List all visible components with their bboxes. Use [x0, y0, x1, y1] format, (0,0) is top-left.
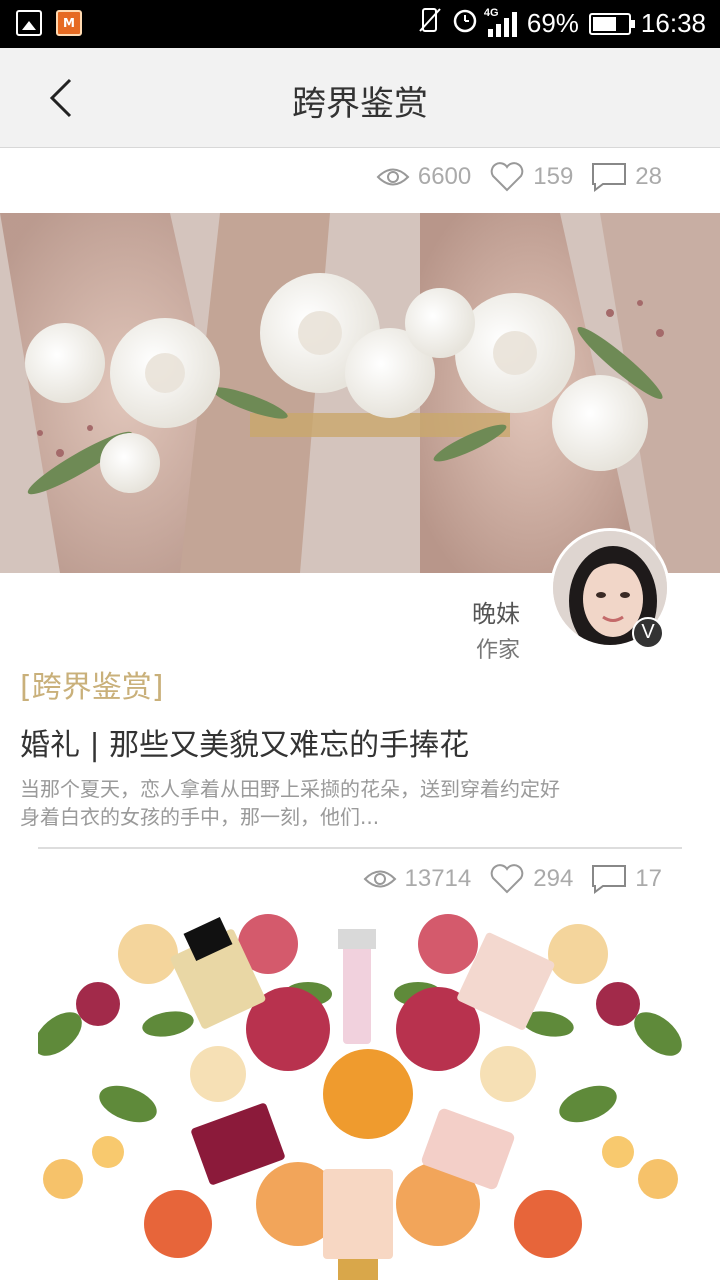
views-stat: 13714: [363, 865, 472, 893]
heart-icon: [490, 162, 524, 192]
perfume-flowers-image: [38, 914, 682, 1280]
verified-badge: V: [632, 617, 664, 649]
views-count: 6600: [417, 163, 472, 190]
battery-icon: [588, 12, 635, 35]
article-stats-next: 13714 294 17: [345, 864, 662, 894]
status-bar: M 4G 69% 16:38: [0, 0, 720, 48]
likes-count: 159: [533, 163, 574, 190]
status-right: 4G 69% 16:38: [418, 7, 706, 40]
heart-icon: [490, 864, 524, 894]
comments-stat[interactable]: 17: [591, 864, 662, 894]
article-title[interactable]: 婚礼 | 那些又美貌又难忘的手捧花: [20, 720, 469, 764]
comment-icon: [592, 163, 627, 192]
network-type: 4G: [483, 6, 499, 19]
app-notification-icon: M: [56, 10, 82, 36]
battery-level-fill: [592, 16, 617, 31]
comments-stat[interactable]: 28: [591, 162, 662, 192]
comments-count: 28: [635, 163, 662, 190]
summary-line: 身着白衣的女孩的手中，那一刻，他们...: [20, 805, 380, 829]
author-name[interactable]: 晚妹: [472, 594, 520, 629]
alarm-icon: [452, 7, 478, 40]
likes-stat[interactable]: 159: [489, 162, 573, 192]
eye-icon: [363, 870, 396, 888]
flower-bracelets-image: [0, 213, 720, 573]
article-cover-image[interactable]: [0, 213, 720, 573]
likes-count: 294: [533, 865, 574, 892]
divider: [38, 847, 682, 849]
eye-icon: [376, 168, 410, 186]
clock: 16:38: [640, 8, 706, 38]
vibrate-icon: [418, 7, 442, 40]
likes-stat[interactable]: 294: [489, 864, 573, 894]
summary-line: 当那个夏天，恋人拿着从田野上采撷的花朵，送到穿着约定好: [20, 777, 560, 801]
top-app-bar: 跨界鉴赏: [0, 48, 720, 148]
comment-icon: [592, 865, 627, 894]
article-category[interactable]: [跨界鉴赏]: [20, 662, 163, 706]
next-article-cover-image[interactable]: [38, 914, 682, 1280]
article-summary[interactable]: 当那个夏天，恋人拿着从田野上采撷的花朵，送到穿着约定好 身着白衣的女孩的手中，那…: [20, 775, 640, 831]
article-stats-top: 6600 159 28: [358, 162, 662, 192]
gallery-notification-icon: [16, 10, 42, 36]
battery-percent: 69%: [526, 8, 579, 38]
comments-count: 17: [635, 865, 662, 892]
page-title: 跨界鉴赏: [292, 84, 428, 124]
cell-signal-icon: 4G: [484, 7, 517, 37]
status-left-icons: M: [16, 10, 82, 36]
author-role: 作家: [475, 638, 520, 663]
views-count: 13714: [404, 865, 472, 892]
views-stat: 6600: [376, 163, 471, 191]
